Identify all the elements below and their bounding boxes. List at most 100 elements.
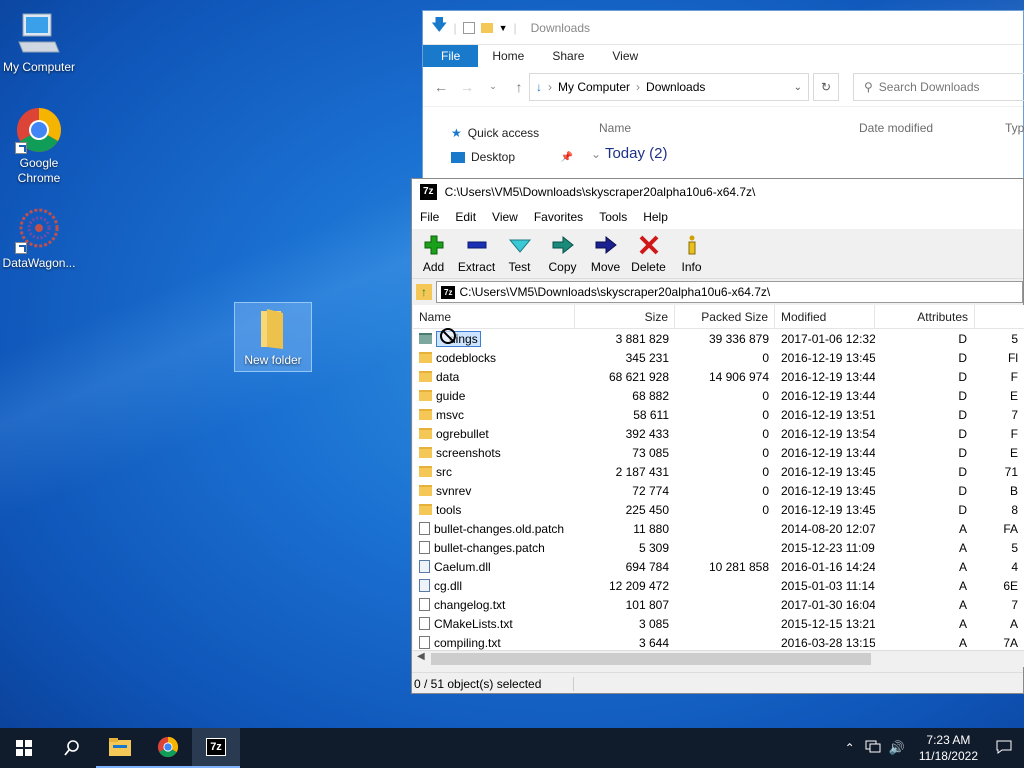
refresh-button[interactable]: ↻ [813,73,839,101]
test-button[interactable]: Test [498,230,541,278]
table-row[interactable]: src 2 187 431 0 2016-12-19 13:45 D 71 [413,462,1024,481]
cell-attributes: A [958,616,967,631]
forward-arrow-icon[interactable]: → [457,79,477,95]
column-header-modified[interactable]: Modified [775,305,875,328]
column-header-packed-size[interactable]: Packed Size [675,305,775,328]
table-row[interactable]: msvc 58 611 0 2016-12-19 13:51 D 7 [413,405,1024,424]
tab-share[interactable]: Share [538,45,598,67]
menu-tools[interactable]: Tools [591,205,635,229]
breadcrumb-downloads[interactable]: Downloads [646,80,705,94]
add-button[interactable]: Add [412,230,455,278]
taskbar-chrome[interactable] [144,728,192,768]
explorer-titlebar[interactable]: 🡇 | ▼ | Downloads [423,11,1023,45]
file-name: tools [436,502,462,517]
menu-help[interactable]: Help [635,205,676,229]
cell-modified: 2017-01-30 16:04 [781,597,875,612]
file-name: svnrev [436,483,472,498]
7zip-titlebar[interactable]: 7z C:\Users\VM5\Downloads\skyscraper20al… [412,179,1023,205]
volume-icon[interactable]: 🔊 [885,740,909,756]
table-row[interactable]: tools 225 450 0 2016-12-19 13:45 D 8 [413,500,1024,519]
desktop-icon-new-folder[interactable]: New folder [234,302,312,372]
7zip-window[interactable]: 7z C:\Users\VM5\Downloads\skyscraper20al… [411,178,1024,694]
chevron-down-icon[interactable]: ▼ [499,23,508,33]
column-header-type[interactable]: Typ [1005,121,1024,135]
properties-icon[interactable] [462,21,475,34]
scrollbar-thumb[interactable] [431,653,871,665]
chevron-down-icon[interactable]: ⌄ [794,82,802,93]
address-bar[interactable]: ↓ › My Computer › Downloads ⌄ [529,73,809,101]
chevron-up-icon[interactable]: ⌃ [839,741,861,755]
menu-file[interactable]: File [412,205,447,229]
table-row[interactable]: changelog.txt 101 807 2017-01-30 16:04 A 7 [413,595,1024,614]
search-button[interactable] [48,728,96,768]
table-row[interactable]: bullet-changes.patch 5 309 2015-12-23 11:0… [413,538,1024,557]
clock[interactable]: 7:23 AM 11/18/2022 [909,732,988,764]
column-header-date-modified[interactable]: Date modified [859,121,933,135]
table-row[interactable]: bullet-changes.old.patch 11 880 2014-08-20… [413,519,1024,538]
up-arrow-icon[interactable]: ↑ [509,79,529,95]
search-input[interactable]: ⚲ Search Downloads [853,73,1024,101]
copy-button[interactable]: Copy [541,230,584,278]
cell-extra: 7 [1011,407,1018,422]
scroll-left-icon[interactable]: ◀ [417,651,425,662]
path-input[interactable]: 7z C:\Users\VM5\Downloads\skyscraper20al… [436,281,1023,303]
table-row[interactable]: codeblocks 345 231 0 2016-12-19 13:45 D Fl [413,348,1024,367]
network-icon[interactable] [861,740,885,757]
downloads-icon: ↓ [536,80,542,94]
tab-file[interactable]: File [423,45,479,67]
table-row[interactable]: guide 68 882 0 2016-12-19 13:44 D E [413,386,1024,405]
table-row[interactable]: screenshots 73 085 0 2016-12-19 13:44 D E [413,443,1024,462]
nav-item-desktop[interactable]: Desktop 📌 [423,145,581,169]
taskbar: 7z ⌃ 🔊 7:23 AM 11/18/2022 [0,728,1024,768]
cell-packed-size: 14 906 974 [708,369,769,384]
column-header-extra[interactable] [975,305,1024,328]
group-header-today[interactable]: ⌄ Today (2) [591,145,668,162]
tab-home[interactable]: Home [478,45,538,67]
file-name: src [436,464,452,479]
taskbar-file-explorer[interactable] [96,728,144,768]
delete-button[interactable]: Delete [627,230,670,278]
table-row[interactable]: dings 3 881 829 39 336 879 2017-01-06 12:32… [413,329,1024,348]
info-button[interactable]: Info [670,230,713,278]
desktop-icon-my-computer[interactable]: My Computer [0,10,78,75]
table-row[interactable]: Caelum.dll 694 784 10 281 858 2016-01-16 14… [413,557,1024,576]
menu-view[interactable]: View [484,205,526,229]
cell-attributes: D [958,483,967,498]
notifications-icon[interactable] [988,740,1024,757]
extract-button[interactable]: Extract [455,230,498,278]
desktop-icon-datawagon[interactable]: DataWagon... [0,206,78,271]
tab-view[interactable]: View [598,45,652,67]
column-header-name[interactable]: Name [599,121,631,135]
computer-icon [15,10,63,58]
file-explorer-window[interactable]: 🡇 | ▼ | Downloads File Home Share View ←… [422,10,1024,180]
table-row[interactable]: cg.dll 12 209 472 2015-01-03 11:14 A 6E [413,576,1024,595]
7zip-icon: 7z [206,738,226,756]
recent-locations-icon[interactable]: ⌄ [483,81,503,92]
column-header-size[interactable]: Size [575,305,675,328]
cell-modified: 2016-12-19 13:51 [781,407,875,422]
menu-edit[interactable]: Edit [447,205,484,229]
cell-size: 3 644 [638,635,669,650]
back-arrow-icon[interactable]: ← [431,79,451,95]
breadcrumb-my-computer[interactable]: My Computer [558,80,630,94]
table-row[interactable]: ogrebullet 392 433 0 2016-12-19 13:54 D F [413,424,1024,443]
taskbar-7zip[interactable]: 7z [192,728,240,768]
file-list[interactable]: Name Size Packed Size Modified Attribute… [413,305,1024,667]
cell-modified: 2017-01-06 12:32 [781,331,875,346]
menu-favorites[interactable]: Favorites [526,205,591,229]
table-row[interactable]: svnrev 72 774 0 2016-12-19 13:45 D B [413,481,1024,500]
folder-icon[interactable] [480,22,493,33]
column-header-attributes[interactable]: Attributes [875,305,975,328]
table-row[interactable]: CMakeLists.txt 3 085 2015-12-15 13:21 A A [413,614,1024,633]
horizontal-scrollbar[interactable]: ◀ [413,650,1024,667]
table-row[interactable]: data 68 621 928 14 906 974 2016-12-19 13:44… [413,367,1024,386]
cell-name: dings [413,330,575,347]
file-name: CMakeLists.txt [434,616,513,631]
desktop-icon-chrome[interactable]: Google Chrome [0,106,78,186]
pin-icon[interactable]: 📌 [561,152,573,163]
start-button[interactable] [0,728,48,768]
nav-item-quick-access[interactable]: ★ Quick access [423,121,581,145]
up-folder-icon[interactable]: ↑ [416,284,432,300]
column-header-name[interactable]: Name [413,305,575,328]
move-button[interactable]: Move [584,230,627,278]
